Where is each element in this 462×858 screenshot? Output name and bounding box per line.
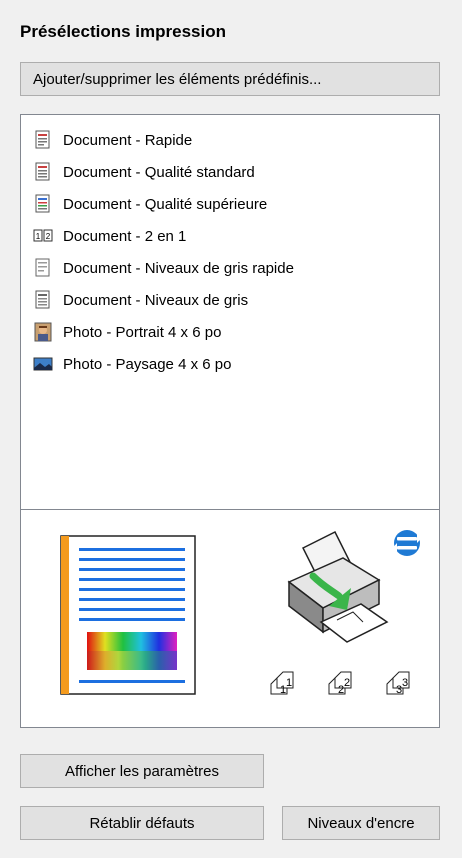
grayscale-icon (35, 290, 50, 309)
preset-label: Document - Niveaux de gris rapide (63, 259, 294, 277)
presets-panel: Document - Rapide Document - Qualité sta… (20, 114, 440, 728)
preset-label: Document - Qualité supérieure (63, 195, 268, 213)
preset-label: Document - 2 en 1 (63, 227, 187, 245)
panel-title: Présélections impression (20, 22, 226, 41)
preset-label: Photo - Portrait 4 x 6 po (63, 323, 222, 341)
document-standard-icon (35, 162, 50, 181)
show-settings-button[interactable]: Afficher les paramètres (20, 754, 264, 788)
print-preview-area: 1 1 2 2 3 3 (21, 510, 439, 727)
preset-item[interactable]: Document - Rapide (33, 127, 192, 153)
grayscale-fast-icon (35, 258, 50, 277)
preset-label: Document - Niveaux de gris (63, 291, 249, 309)
collate-set: 1 1 (270, 671, 294, 696)
printer-icon (287, 530, 389, 643)
preset-item[interactable]: Document - Qualité supérieure (33, 191, 267, 217)
add-remove-presets-button[interactable]: Ajouter/supprimer les éléments prédéfini… (20, 62, 440, 96)
preset-label: Document - Qualité standard (63, 163, 255, 181)
preset-item[interactable]: Document - Qualité standard (33, 159, 255, 185)
collate-set: 3 3 (386, 671, 410, 696)
ink-levels-button[interactable]: Niveaux d'encre (282, 806, 440, 840)
collate-number: 1 (286, 677, 292, 689)
preset-item[interactable]: Document - Niveaux de gris rapide (33, 255, 294, 281)
collate-number: 2 (344, 677, 350, 689)
preset-item[interactable]: Document - Niveaux de gris (33, 287, 248, 313)
preset-item[interactable]: 12 Document - 2 en 1 (33, 223, 186, 249)
duplex-badge-icon (393, 530, 421, 556)
svg-text:2: 2 (46, 232, 51, 241)
preset-label: Document - Rapide (63, 131, 193, 149)
restore-defaults-button[interactable]: Rétablir défauts (20, 806, 264, 840)
photo-landscape-icon (33, 357, 53, 371)
preset-item[interactable]: Photo - Paysage 4 x 6 po (33, 351, 231, 377)
presets-list: Document - Rapide Document - Qualité sta… (21, 115, 439, 507)
photo-portrait-icon (34, 322, 52, 342)
two-in-one-icon: 12 (33, 229, 53, 242)
preset-label: Photo - Paysage 4 x 6 po (63, 355, 232, 373)
page-preview (60, 535, 196, 695)
collate-set: 2 2 (328, 671, 352, 696)
preset-item[interactable]: Photo - Portrait 4 x 6 po (33, 319, 221, 345)
svg-text:1: 1 (36, 232, 41, 241)
document-high-quality-icon (35, 194, 50, 213)
collate-number: 3 (402, 677, 408, 689)
document-fast-icon (35, 130, 50, 149)
